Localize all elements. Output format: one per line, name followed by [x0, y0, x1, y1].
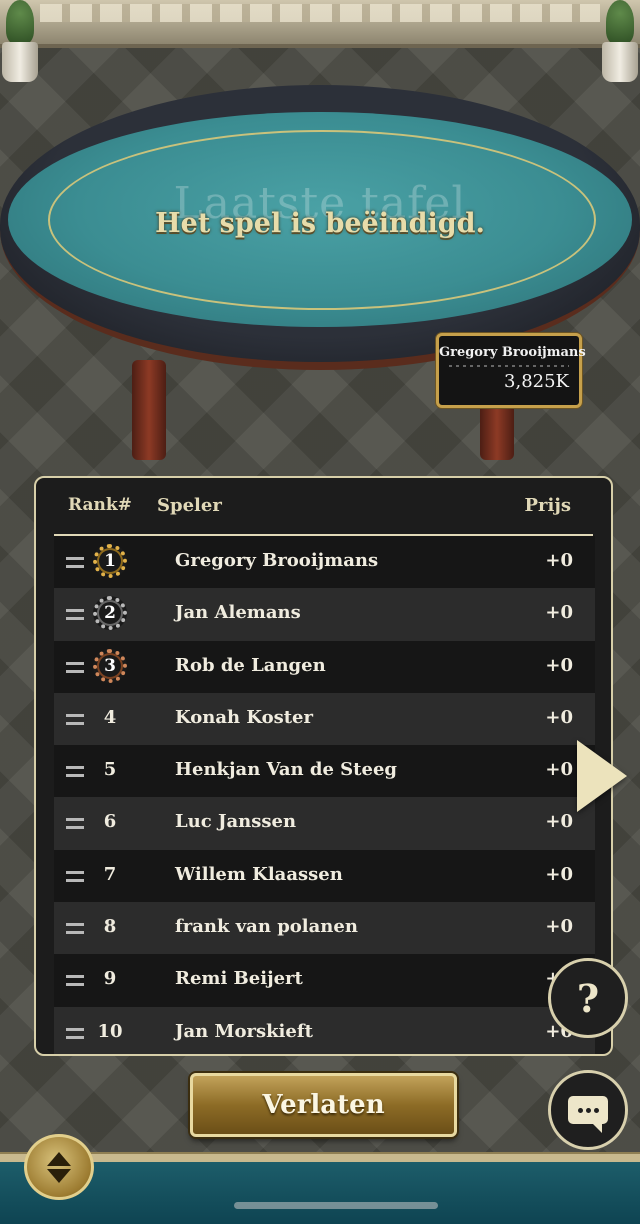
leave-button[interactable]: Verlaten [190, 1073, 457, 1137]
rank-number: 8 [103, 916, 117, 938]
ranking-row[interactable]: 6 Luc Janssen +0 [54, 797, 595, 850]
prize-value: +0 [545, 863, 573, 885]
plant-decoration [600, 0, 640, 82]
wall-rail [40, 4, 600, 22]
up-down-toggle-button[interactable] [24, 1134, 94, 1200]
drag-handle-icon [66, 1027, 84, 1039]
drag-handle-icon [66, 609, 84, 621]
player-name: frank van polanen [175, 916, 358, 938]
ranking-row[interactable]: 8 frank van polanen +0 [54, 902, 595, 955]
prize-value: +0 [545, 654, 573, 676]
player-name: Gregory Brooijmans [175, 550, 379, 571]
bottom-bar [0, 1152, 640, 1224]
help-button[interactable]: ? [548, 958, 628, 1038]
prize-value: +0 [545, 759, 573, 781]
prize-value: +0 [545, 550, 573, 571]
rank-number: 6 [103, 811, 117, 833]
ranking-row[interactable]: 10 Jan Morskieft +0 [54, 1006, 595, 1054]
player-name: Henkjan Van de Steeg [175, 759, 397, 781]
ranking-row[interactable]: 3 Rob de Langen +0 [54, 640, 595, 693]
plant-leaf [6, 0, 34, 44]
silver-medal-icon: 2 [93, 596, 127, 631]
table-leg [132, 360, 166, 460]
player-name: Remi Beijert [175, 968, 303, 990]
player-name: Jan Morskieft [175, 1020, 313, 1042]
ranking-row[interactable]: 7 Willem Klaassen +0 [54, 849, 595, 903]
plant-leaf [606, 0, 634, 44]
player-name: Rob de Langen [175, 654, 326, 676]
arrow-down-icon [47, 1168, 71, 1183]
plant-decoration [0, 0, 40, 82]
chevron-right-icon[interactable] [577, 740, 627, 812]
home-indicator [234, 1202, 438, 1209]
ranking-row[interactable]: 1 Gregory Brooijmans +0 [54, 536, 595, 589]
prize-value: +0 [545, 706, 573, 728]
background-wall [0, 0, 640, 48]
plant-pot [602, 42, 638, 82]
ranking-row[interactable]: 2 Jan Alemans +0 [54, 588, 595, 641]
plant-pot [2, 42, 38, 82]
ranking-list[interactable]: 1 Gregory Brooijmans +0 2 Jan Alemans +0 3 Rob … [54, 536, 595, 1054]
header-rank: Rank# [68, 495, 132, 515]
ranking-row[interactable]: 5 Henkjan Van de Steeg +0 [54, 745, 595, 798]
drag-handle-icon [66, 766, 84, 778]
drag-handle-icon [66, 975, 84, 987]
drag-handle-icon [66, 870, 84, 882]
drag-handle-icon [66, 923, 84, 935]
player-name: Konah Koster [175, 706, 313, 728]
ranking-row[interactable]: 4 Konah Koster +0 [54, 692, 595, 746]
player-seat-plate[interactable]: Gregory Brooijmans 3,825K [436, 333, 586, 408]
arrow-up-icon [47, 1151, 71, 1166]
ranking-header: Rank# Speler Prijs [36, 478, 611, 534]
drag-handle-icon [66, 713, 84, 725]
seat-player-name: Gregory Brooijmans [439, 345, 586, 360]
game-over-message: Het spel is beëindigd. [155, 208, 485, 239]
prize-value: +0 [545, 602, 573, 624]
chat-bubble-icon [568, 1096, 608, 1133]
rank-number: 10 [97, 1020, 123, 1042]
question-icon: ? [576, 975, 600, 1021]
gold-medal-icon: 1 [93, 544, 127, 578]
rank-number: 4 [103, 706, 117, 728]
bronze-medal-icon: 3 [93, 648, 127, 683]
drag-handle-icon [66, 818, 84, 830]
prize-value: +0 [545, 916, 573, 938]
prize-value: +0 [545, 811, 573, 833]
header-prize: Prijs [524, 495, 571, 516]
rank-number: 5 [103, 759, 117, 781]
player-name: Luc Janssen [175, 811, 297, 833]
rank-number: 9 [103, 968, 117, 990]
header-player: Speler [157, 495, 222, 516]
drag-handle-icon [66, 661, 84, 673]
player-name: Willem Klaassen [175, 863, 343, 885]
player-name: Jan Alemans [175, 602, 301, 624]
seat-chip-count: 3,825K [504, 371, 569, 392]
rank-number: 7 [103, 863, 117, 885]
ranking-panel: Rank# Speler Prijs 1 Gregory Brooijmans +0… [34, 476, 613, 1056]
ranking-row[interactable]: 9Remi Beijert+0 [54, 954, 595, 1007]
drag-handle-icon [66, 557, 84, 568]
chat-button[interactable] [548, 1070, 628, 1150]
